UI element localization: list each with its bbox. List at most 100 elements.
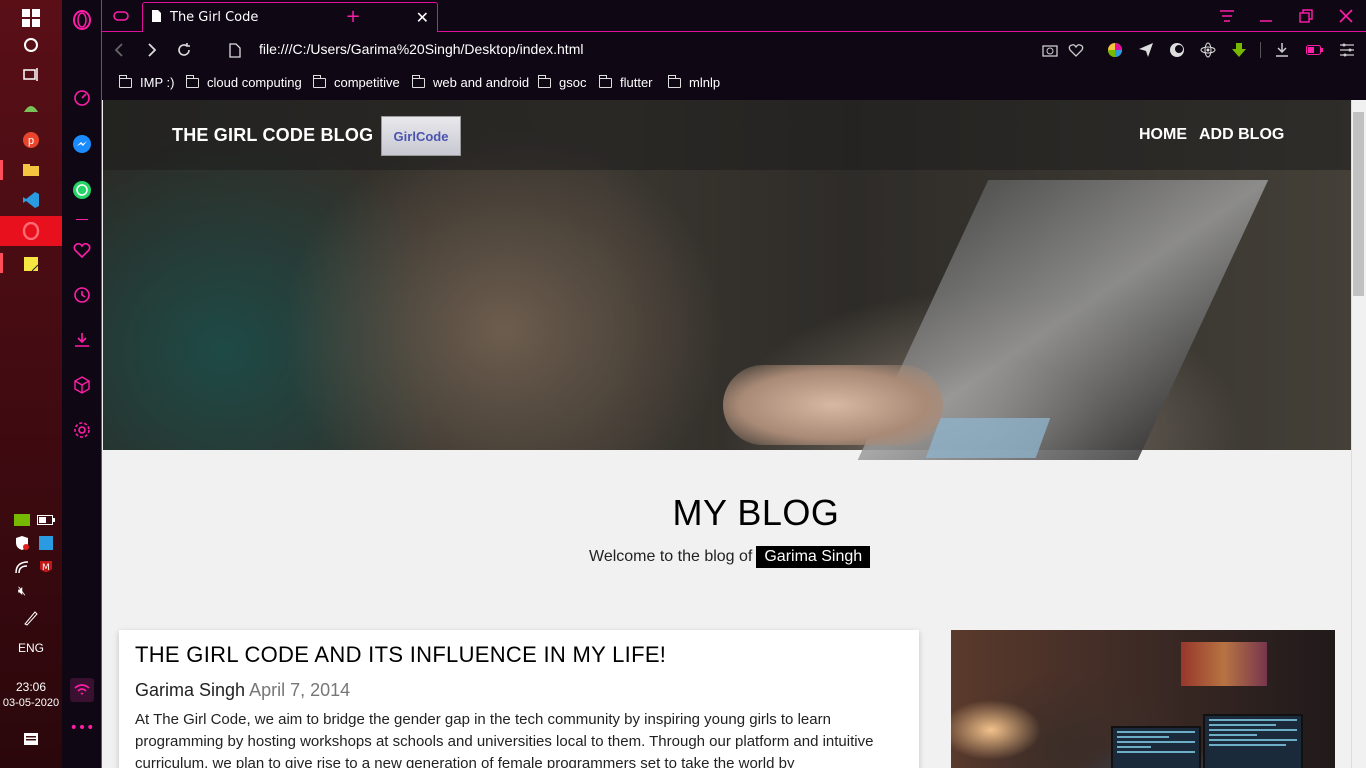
- tab-bar: The Girl Code ✕ +: [102, 0, 1366, 32]
- file-explorer-icon[interactable]: [19, 158, 43, 182]
- scrollbar-thumb[interactable]: [1353, 112, 1364, 296]
- android-studio-icon[interactable]: [19, 95, 43, 119]
- language-indicator[interactable]: ENG: [0, 641, 62, 655]
- whatsapp-icon[interactable]: [70, 178, 94, 202]
- downloads-icon[interactable]: [70, 328, 94, 352]
- address-bar: file:///C:/Users/Garima%20Singh/Desktop/…: [102, 32, 1366, 68]
- svg-text:M: M: [42, 563, 50, 573]
- bookmark-folder[interactable]: flutter: [598, 74, 653, 90]
- bookmark-folder[interactable]: mlnlp: [667, 74, 721, 90]
- sticky-notes-icon[interactable]: [19, 252, 43, 276]
- folder-icon: [537, 74, 551, 88]
- history-icon[interactable]: [70, 283, 94, 307]
- notification-center-icon[interactable]: [19, 728, 43, 752]
- nvidia-icon[interactable]: [10, 508, 34, 532]
- bookmark-heart-icon[interactable]: [1066, 40, 1086, 60]
- tab-menu-icon[interactable]: [1216, 5, 1238, 27]
- speed-dial-icon[interactable]: [70, 86, 94, 110]
- opera-sidebar: •••: [62, 0, 102, 768]
- post-author: Garima Singh: [135, 680, 246, 700]
- task-view-icon[interactable]: [19, 63, 43, 87]
- opera-taskbar-icon[interactable]: [19, 219, 43, 243]
- wifi-icon[interactable]: [10, 555, 34, 579]
- tab-close-icon[interactable]: ✕: [416, 8, 429, 27]
- bookmark-label: competitive: [334, 75, 400, 90]
- bookmark-label: IMP :): [140, 75, 175, 90]
- downloads-bar-icon[interactable]: [1272, 40, 1292, 60]
- new-tab-icon[interactable]: +: [342, 5, 364, 27]
- windows-start-icon[interactable]: [19, 6, 43, 30]
- close-window-icon[interactable]: [1335, 5, 1357, 27]
- site-brand[interactable]: THE GIRL CODE BLOG: [172, 125, 373, 146]
- folder-icon: [185, 74, 199, 88]
- cortana-search-icon[interactable]: [19, 33, 43, 57]
- folder-icon: [667, 74, 681, 88]
- vpn-wifi-icon[interactable]: [70, 678, 94, 702]
- pen-icon[interactable]: [19, 606, 43, 630]
- post-title[interactable]: THE GIRL CODE AND ITS INFLUENCE IN MY LI…: [135, 642, 903, 668]
- author-badge: Garima Singh: [756, 546, 871, 568]
- bookmark-folder[interactable]: cloud computing: [185, 74, 302, 90]
- bookmark-folder[interactable]: competitive: [312, 74, 400, 90]
- minimize-icon[interactable]: [1255, 5, 1277, 27]
- page-title: MY BLOG: [672, 492, 840, 533]
- document-icon: [151, 9, 162, 27]
- theme-icon[interactable]: [1167, 40, 1187, 60]
- forward-icon[interactable]: [141, 39, 163, 61]
- bookmark-label: flutter: [620, 75, 653, 90]
- restore-icon[interactable]: [1295, 5, 1317, 27]
- battery-icon[interactable]: [34, 508, 58, 532]
- bookmark-label: mlnlp: [689, 75, 721, 90]
- bookmarks-heart-icon[interactable]: [70, 238, 94, 262]
- web-page: THE GIRL CODE BLOG GirlCode HOME ADD BLO…: [103, 100, 1351, 768]
- extensions-cube-icon[interactable]: [70, 373, 94, 397]
- tab-title: The Girl Code: [170, 10, 259, 25]
- bookmark-folder[interactable]: web and android: [411, 74, 530, 90]
- bookmark-label: cloud computing: [207, 75, 302, 90]
- messenger-icon[interactable]: [70, 132, 94, 156]
- blog-post-card: THE GIRL CODE AND ITS INFLUENCE IN MY LI…: [119, 630, 919, 768]
- color-picker-icon[interactable]: [1105, 40, 1125, 60]
- page-info-icon[interactable]: [224, 39, 246, 61]
- url-field[interactable]: file:///C:/Users/Garima%20Singh/Desktop/…: [259, 41, 583, 57]
- settings-gear-icon[interactable]: [70, 418, 94, 442]
- site-logo: GirlCode: [381, 116, 461, 156]
- snapshot-camera-icon[interactable]: [1040, 40, 1060, 60]
- welcome-line: Welcome to the blog of Garima Singh: [589, 546, 871, 568]
- reload-icon[interactable]: [173, 39, 195, 61]
- security-icon[interactable]: [10, 531, 34, 555]
- react-devtools-icon[interactable]: [1198, 40, 1218, 60]
- download-extension-icon[interactable]: [1229, 40, 1249, 60]
- post-date: April 7, 2014: [249, 680, 351, 700]
- more-dots-icon[interactable]: •••: [70, 716, 95, 740]
- bookmark-label: gsoc: [559, 75, 587, 90]
- game-controller-icon[interactable]: [110, 5, 132, 27]
- back-icon[interactable]: [108, 39, 130, 61]
- bookmark-folder[interactable]: gsoc: [537, 74, 587, 90]
- windows-taskbar: p M 🔇︎ ENG 23:06 03-05-2020: [0, 0, 62, 768]
- bookmark-label: web and android: [433, 75, 530, 90]
- welcome-text: Welcome to the blog of: [589, 548, 753, 565]
- nav-home-link[interactable]: HOME: [1139, 126, 1187, 144]
- folder-icon: [118, 74, 132, 88]
- easy-setup-icon[interactable]: [1337, 40, 1357, 60]
- folder-icon: [312, 74, 326, 88]
- clock-date[interactable]: 03-05-2020: [0, 697, 62, 709]
- bookmarks-bar: IMP :) cloud computing competitive web a…: [102, 68, 1366, 100]
- network-app-icon[interactable]: [34, 531, 58, 555]
- opera-menu-icon[interactable]: [70, 8, 94, 32]
- folder-icon: [598, 74, 612, 88]
- send-icon[interactable]: [1136, 40, 1156, 60]
- p-app-icon[interactable]: p: [19, 128, 43, 152]
- hero-image: THE GIRL CODE BLOG GirlCode HOME ADD BLO…: [103, 100, 1351, 460]
- mcafee-icon[interactable]: M: [34, 555, 58, 579]
- post-side-image: [951, 630, 1335, 768]
- clock-time[interactable]: 23:06: [0, 680, 62, 694]
- svg-text:p: p: [28, 135, 34, 147]
- nav-add-blog-link[interactable]: ADD BLOG: [1199, 126, 1284, 144]
- bookmark-folder[interactable]: IMP :): [118, 74, 175, 90]
- volume-muted-icon[interactable]: 🔇︎: [10, 579, 34, 603]
- tab-the-girl-code[interactable]: The Girl Code ✕: [142, 2, 438, 32]
- battery-saver-icon[interactable]: [1305, 40, 1325, 60]
- vscode-icon[interactable]: [19, 188, 43, 212]
